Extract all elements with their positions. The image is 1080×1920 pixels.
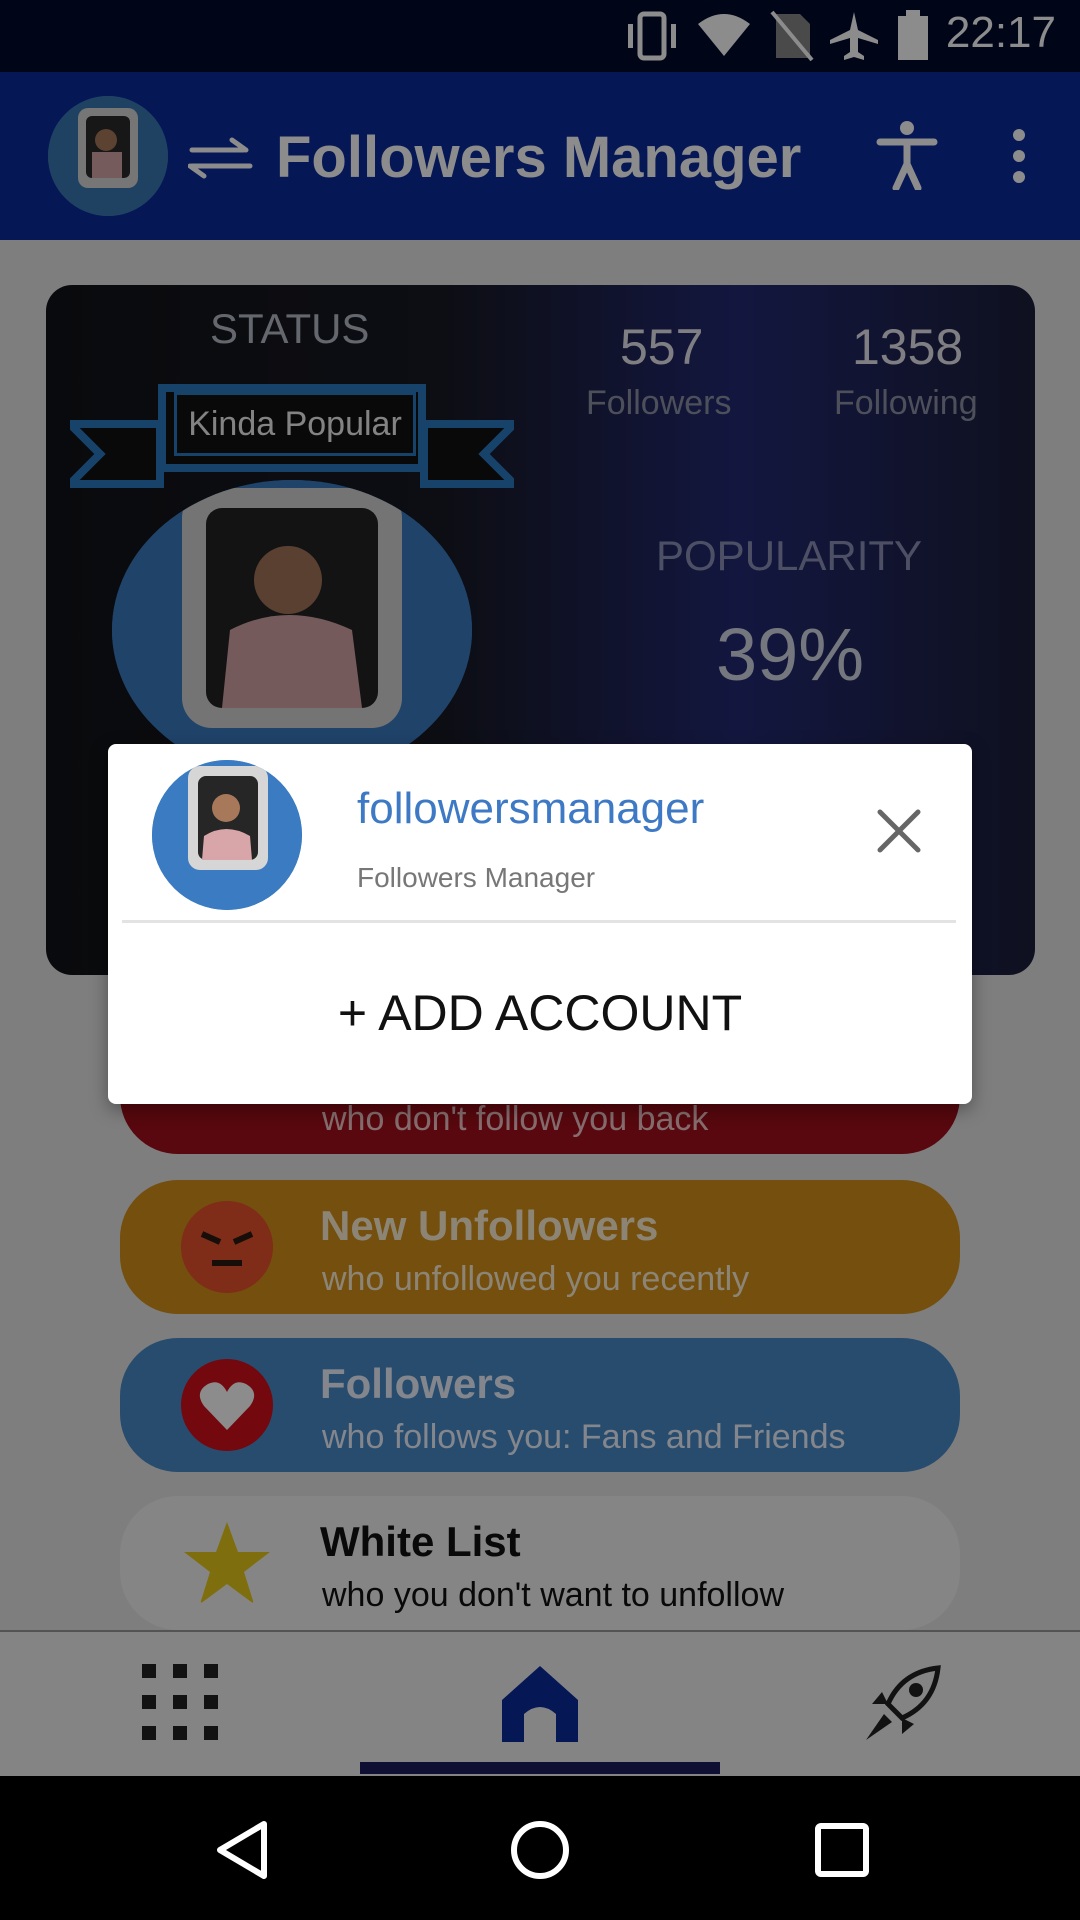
- back-icon[interactable]: [212, 1818, 272, 1882]
- dialog-username[interactable]: followersmanager: [357, 784, 704, 834]
- close-icon[interactable]: [874, 806, 924, 856]
- home-system-icon[interactable]: [508, 1818, 572, 1882]
- dialog-account-avatar[interactable]: [152, 760, 302, 910]
- recents-icon[interactable]: [814, 1822, 870, 1878]
- add-account-button[interactable]: + ADD ACCOUNT: [108, 984, 972, 1042]
- dialog-divider: [122, 920, 956, 923]
- dialog-avatar-photo: [152, 760, 302, 910]
- dialog-full-name: Followers Manager: [357, 862, 596, 893]
